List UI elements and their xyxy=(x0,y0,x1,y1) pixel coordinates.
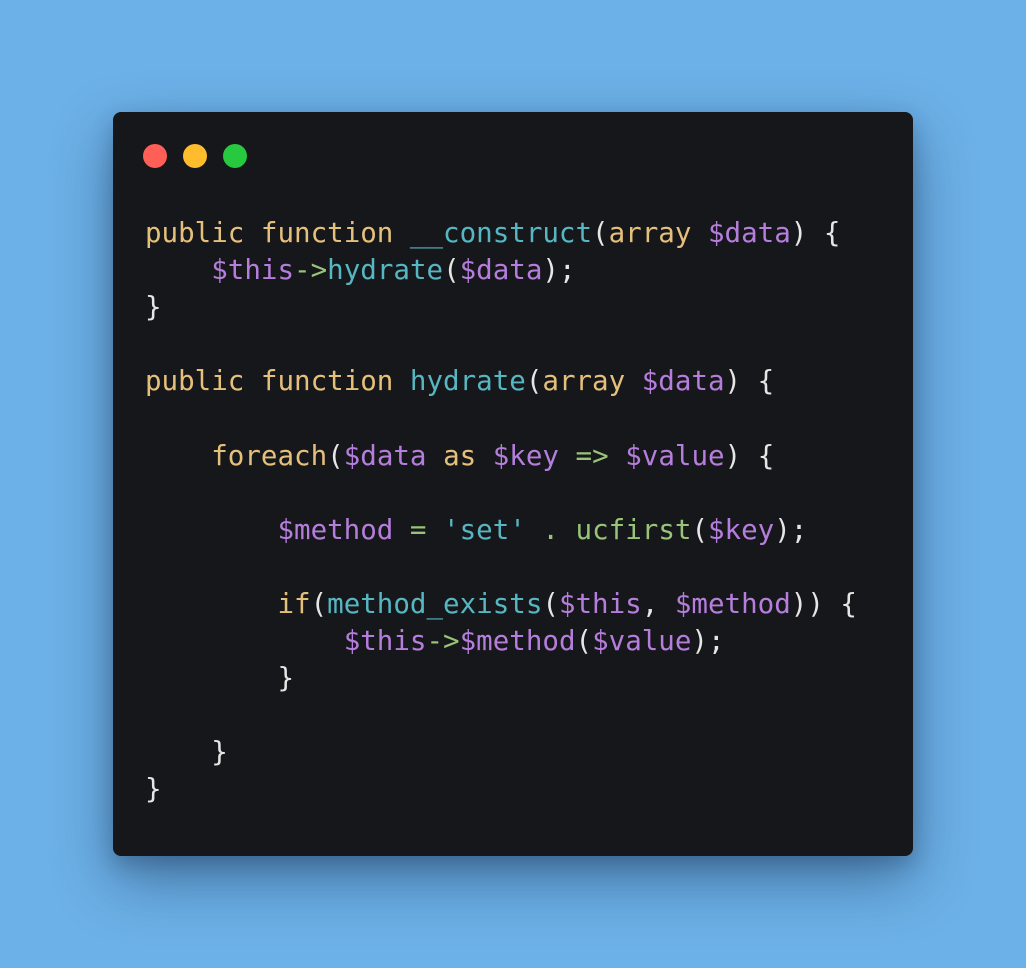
code-token: ) { xyxy=(790,217,841,249)
code-token: ); xyxy=(774,513,808,546)
code-token: $this xyxy=(558,587,642,620)
code-token: = xyxy=(409,513,427,546)
code-token: $key xyxy=(708,513,775,546)
minimize-dot-icon[interactable] xyxy=(183,144,207,168)
code-token: $value xyxy=(625,439,725,472)
code-line: } xyxy=(145,771,857,808)
code-line: foreach($data as $key => $value) { xyxy=(145,438,857,475)
code-line: } xyxy=(145,289,857,326)
code-token: -> xyxy=(426,625,460,658)
code-token: ) { xyxy=(724,365,775,398)
code-token: . xyxy=(542,513,559,546)
code-token: foreach xyxy=(211,439,328,472)
code-token: $key xyxy=(492,439,559,472)
code-token: $data xyxy=(343,439,427,472)
maximize-dot-icon[interactable] xyxy=(223,144,247,168)
code-token: method_exists xyxy=(327,587,543,620)
code-token: function xyxy=(260,217,394,249)
code-token: ( xyxy=(327,439,344,472)
code-token: $method xyxy=(459,625,576,658)
code-token: $data xyxy=(707,217,791,249)
code-token: } xyxy=(145,773,162,806)
code-token: } xyxy=(145,662,295,695)
code-token: ucfirst xyxy=(575,513,692,546)
close-dot-icon[interactable] xyxy=(143,144,167,168)
code-token: hydrate xyxy=(409,365,526,398)
page-background: { "window": { "controls": [ {"name": "cl… xyxy=(0,0,1026,968)
code-token: as xyxy=(443,439,477,472)
code-line: if(method_exists($this, $method)) { xyxy=(145,586,857,623)
code-token: ); xyxy=(691,625,725,658)
code-line: } xyxy=(145,660,857,697)
code-token: ) { xyxy=(724,439,775,472)
code-token: ( xyxy=(443,254,460,287)
code-token: ); xyxy=(542,254,576,287)
code-token: $data xyxy=(459,254,543,287)
code-token: function xyxy=(260,365,394,398)
code-token: if xyxy=(277,587,311,620)
code-token: } xyxy=(145,291,162,324)
code-token: __construct xyxy=(409,217,593,249)
code-block: public function __construct(array $data)… xyxy=(145,215,857,809)
code-token: ( xyxy=(592,217,609,249)
code-token: ( xyxy=(310,587,328,620)
code-token: public xyxy=(145,217,245,249)
code-token: } xyxy=(145,736,228,769)
code-line: public function hydrate(array $data) { xyxy=(145,363,857,400)
code-token: ( xyxy=(542,587,559,620)
code-token: $this xyxy=(211,254,295,287)
code-token: 'set' xyxy=(443,513,526,546)
code-token: ( xyxy=(575,625,593,658)
code-line: public function __construct(array $data)… xyxy=(145,215,857,252)
window-controls xyxy=(143,144,247,168)
code-token: array xyxy=(608,217,692,249)
code-window: public function __construct(array $data)… xyxy=(113,112,913,856)
code-token: array xyxy=(542,365,626,398)
code-token: $data xyxy=(641,365,725,398)
code-token: , xyxy=(641,587,675,620)
code-line: } xyxy=(145,734,857,771)
code-line: $this->hydrate($data); xyxy=(145,252,857,289)
code-token: )) { xyxy=(790,587,857,620)
code-token: $method xyxy=(674,587,791,620)
code-token: -> xyxy=(294,254,328,287)
code-token: hydrate xyxy=(327,254,444,287)
code-token: $value xyxy=(592,625,692,658)
code-token: $this xyxy=(343,625,427,658)
code-token: $method xyxy=(277,513,394,546)
code-line: $method = 'set' . ucfirst($key); xyxy=(145,512,857,549)
code-token: ( xyxy=(691,513,708,546)
code-line: $this->$method($value); xyxy=(145,623,857,660)
code-token: public xyxy=(145,365,245,398)
code-token: => xyxy=(575,439,609,472)
code-token: ( xyxy=(525,365,543,398)
